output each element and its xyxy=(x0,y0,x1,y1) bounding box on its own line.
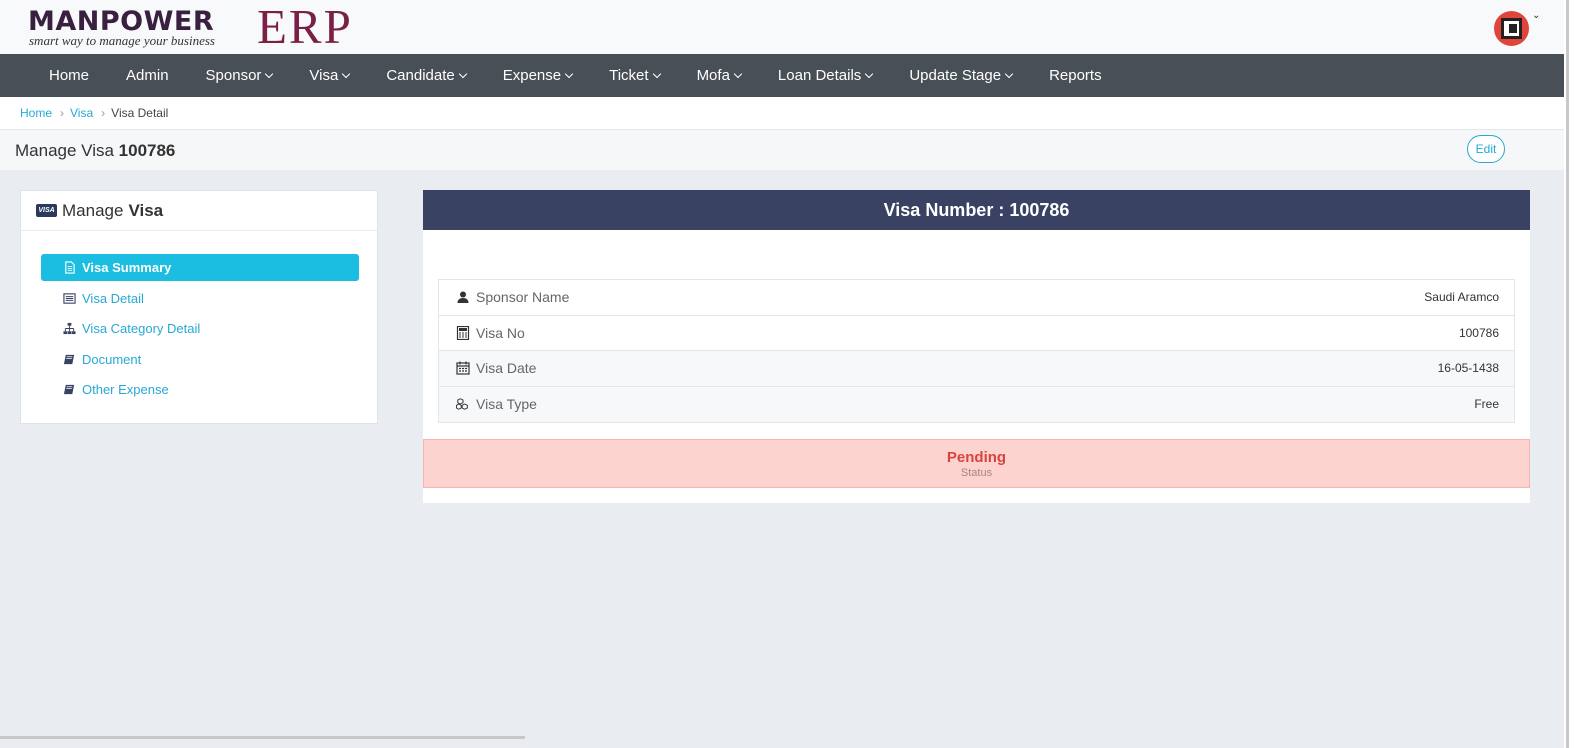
nav-label: Visa xyxy=(309,67,339,84)
chevron-down-icon xyxy=(652,69,661,78)
nav-item-sponsor[interactable]: Sponsor xyxy=(205,67,274,84)
nav-item-ticket[interactable]: Ticket xyxy=(609,67,661,84)
app-header: MANPOWER ERP smart way to manage your bu… xyxy=(0,0,1564,54)
panel-title-bold: Visa xyxy=(128,200,164,220)
menu-item-other-expense[interactable]: Other Expense xyxy=(41,376,359,403)
nav-item-loan-details[interactable]: Loan Details xyxy=(777,67,874,84)
file-icon xyxy=(65,261,75,274)
visa-card-icon: VISA xyxy=(36,204,57,217)
menu-item-label: Visa Summary xyxy=(82,260,172,275)
detail-row-visa-type: Visa Type Free xyxy=(439,386,1514,422)
nav-label: Sponsor xyxy=(205,67,262,84)
horizontal-scrollbar[interactable] xyxy=(0,736,525,739)
detail-label-text: Visa No xyxy=(476,324,525,341)
chevron-down-icon xyxy=(865,69,874,78)
menu-item-document[interactable]: Document xyxy=(41,346,359,373)
status-box: Pending Status xyxy=(423,439,1530,488)
nav-item-mofa[interactable]: Mofa xyxy=(696,67,743,84)
avatar-logo-icon xyxy=(1501,18,1522,39)
edit-button[interactable]: Edit xyxy=(1467,135,1505,163)
nav-label: Expense xyxy=(502,67,562,84)
menu-item-label: Visa Detail xyxy=(82,290,144,306)
nav-label: Home xyxy=(49,67,90,84)
menu-item-visa-detail[interactable]: Visa Detail xyxy=(41,285,359,312)
calculator-icon xyxy=(456,325,470,340)
breadcrumb-visa[interactable]: Visa xyxy=(70,106,93,120)
nav-label: Mofa xyxy=(696,67,730,84)
chevron-down-icon xyxy=(265,69,274,78)
brand-erp: ERP xyxy=(257,0,353,54)
panel-title-prefix: Manage xyxy=(62,200,124,220)
detail-value: Saudi Aramco xyxy=(1424,290,1499,305)
visa-number-header: Visa Number : 100786 xyxy=(423,190,1530,230)
calendar-icon xyxy=(456,361,470,375)
visa-detail-table: Sponsor Name Saudi Aramco Visa No 100786… xyxy=(438,279,1515,423)
nav-item-reports[interactable]: Reports xyxy=(1049,67,1102,84)
nav-label: Loan Details xyxy=(777,67,862,84)
nav-label: Ticket xyxy=(609,67,649,84)
brand-tagline: smart way to manage your business xyxy=(29,33,215,48)
user-icon xyxy=(457,291,469,304)
detail-label-text: Visa Type xyxy=(476,396,537,413)
detail-label: Visa Type xyxy=(456,396,537,412)
nav-label: Candidate xyxy=(386,67,455,84)
menu-item-label: Other Expense xyxy=(82,382,169,398)
nav-item-update-stage[interactable]: Update Stage xyxy=(909,67,1014,84)
nav-item-admin[interactable]: Admin xyxy=(126,67,169,84)
menu-item-label: Document xyxy=(82,351,142,367)
vertical-scrollbar[interactable] xyxy=(1564,0,1587,748)
scrollbar-thumb[interactable] xyxy=(1566,0,1569,748)
detail-value: Free xyxy=(1474,397,1499,412)
detail-value: 16-05-1438 xyxy=(1437,361,1499,376)
book-icon xyxy=(63,385,75,395)
chevron-down-icon xyxy=(1004,69,1014,78)
detail-label: Visa No xyxy=(456,325,525,341)
nav-label: Reports xyxy=(1049,67,1102,84)
detail-row-visa-date: Visa Date 16-05-1438 xyxy=(439,351,1514,387)
page-title-number: 100786 xyxy=(118,141,176,160)
detail-row-sponsor-name: Sponsor Name Saudi Aramco xyxy=(439,280,1514,316)
page-title-bar: Manage Visa 100786 Edit xyxy=(0,130,1564,170)
visa-menu: Visa Summary Visa Detail Visa Category D… xyxy=(41,254,359,407)
menu-item-visa-summary[interactable]: Visa Summary xyxy=(41,254,359,281)
nav-label: Update Stage xyxy=(909,67,1002,84)
nav-item-home[interactable]: Home xyxy=(49,67,89,84)
detail-label: Sponsor Name xyxy=(456,289,569,305)
status-label: Status xyxy=(960,466,993,479)
status-value: Pending xyxy=(946,448,1007,466)
user-menu-chevron-down-icon[interactable]: ⌄ xyxy=(1532,10,1540,21)
user-avatar[interactable] xyxy=(1494,11,1529,46)
main-nav: Home Admin Sponsor Visa Candidate Expens… xyxy=(0,54,1564,97)
detail-label-text: Visa Date xyxy=(476,360,537,377)
page-title-prefix: Manage Visa xyxy=(15,141,114,160)
sitemap-icon xyxy=(63,323,76,335)
breadcrumb-current: Visa Detail xyxy=(111,106,169,120)
menu-item-visa-category-detail[interactable]: Visa Category Detail xyxy=(41,315,359,342)
list-icon xyxy=(63,292,76,304)
detail-label: Visa Date xyxy=(456,360,536,376)
detail-row-visa-no: Visa No 100786 xyxy=(439,316,1514,351)
chevron-down-icon xyxy=(458,69,467,78)
book-icon xyxy=(63,354,75,364)
breadcrumb-separator: › xyxy=(60,106,65,120)
panel-header: VISA Manage Visa xyxy=(21,191,377,231)
nav-item-visa[interactable]: Visa xyxy=(309,67,351,84)
manage-visa-panel: VISA Manage Visa Visa Summary Visa Detai… xyxy=(20,190,378,424)
detail-label-text: Sponsor Name xyxy=(476,289,570,306)
nav-item-expense[interactable]: Expense xyxy=(502,67,574,84)
cubes-icon xyxy=(456,398,468,411)
nav-label: Admin xyxy=(126,67,169,84)
breadcrumb: Home › Visa › Visa Detail xyxy=(0,97,1564,130)
breadcrumb-home[interactable]: Home xyxy=(20,106,52,120)
detail-value: 100786 xyxy=(1458,325,1499,340)
nav-item-candidate[interactable]: Candidate xyxy=(386,67,467,84)
page-title: Manage Visa 100786 xyxy=(15,141,175,161)
chevron-down-icon xyxy=(733,69,743,78)
menu-item-label: Visa Category Detail xyxy=(82,321,201,337)
visa-summary-panel: Visa Number : 100786 Sponsor Name Saudi … xyxy=(423,190,1530,503)
chevron-down-icon xyxy=(342,69,351,78)
breadcrumb-separator: › xyxy=(101,106,106,120)
chevron-down-icon xyxy=(564,69,574,78)
